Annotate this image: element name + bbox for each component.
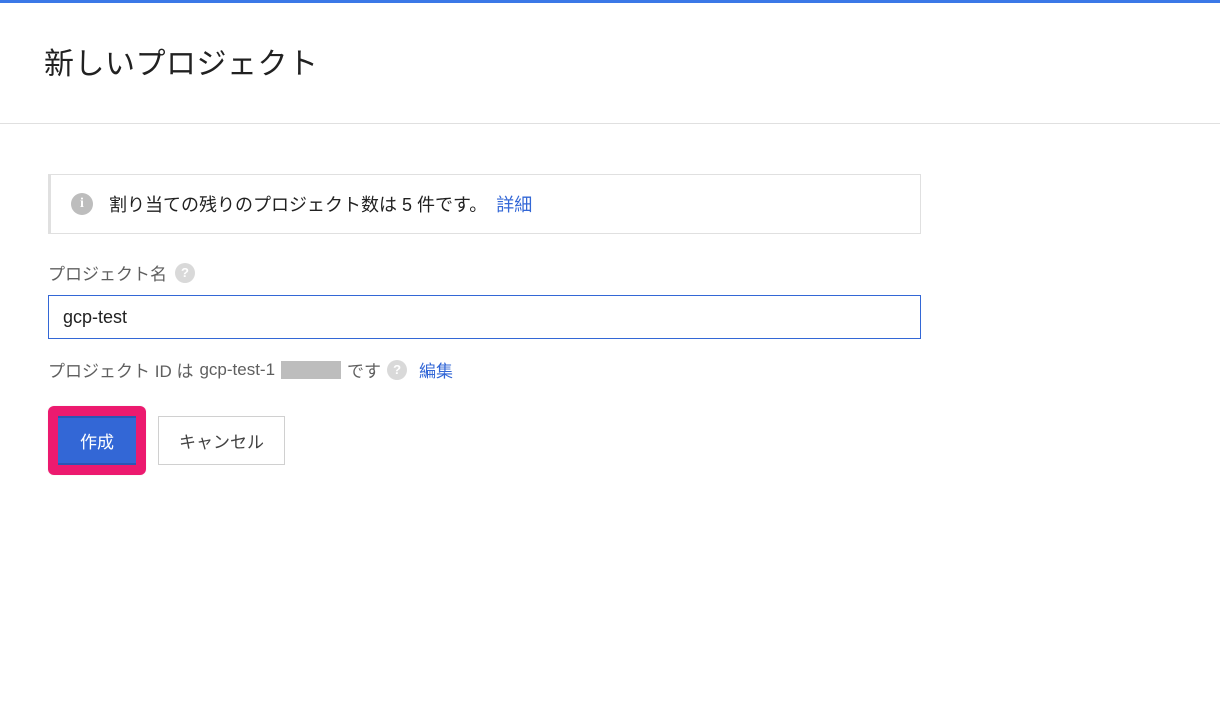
project-id-prefix: プロジェクト ID は bbox=[48, 357, 193, 382]
create-button[interactable]: 作成 bbox=[58, 416, 136, 465]
quota-notice: i 割り当ての残りのプロジェクト数は 5 件です。 詳細 bbox=[48, 174, 921, 234]
help-icon[interactable]: ? bbox=[387, 360, 407, 380]
cancel-button[interactable]: キャンセル bbox=[158, 416, 285, 465]
page-title: 新しいプロジェクト bbox=[44, 39, 1176, 83]
project-name-field-group: プロジェクト名 ? bbox=[48, 260, 1172, 339]
content-area: i 割り当ての残りのプロジェクト数は 5 件です。 詳細 プロジェクト名 ? プ… bbox=[0, 124, 1220, 475]
project-name-label-row: プロジェクト名 ? bbox=[48, 260, 1172, 285]
project-name-label: プロジェクト名 bbox=[48, 260, 167, 285]
project-id-row: プロジェクト ID は gcp-test-1 です ? 編集 bbox=[48, 357, 1172, 382]
project-id-value: gcp-test-1 bbox=[199, 360, 275, 380]
quota-text: 割り当ての残りのプロジェクト数は 5 件です。 詳細 bbox=[109, 191, 532, 217]
quota-message: 割り当ての残りのプロジェクト数は 5 件です。 bbox=[109, 195, 487, 215]
project-id-suffix: です bbox=[347, 357, 381, 382]
edit-link[interactable]: 編集 bbox=[419, 357, 453, 382]
info-icon: i bbox=[71, 193, 93, 215]
create-button-highlight: 作成 bbox=[48, 406, 146, 475]
page-header: 新しいプロジェクト bbox=[0, 3, 1220, 123]
project-name-input[interactable] bbox=[48, 295, 921, 339]
quota-detail-link[interactable]: 詳細 bbox=[496, 195, 532, 215]
buttons-row: 作成 キャンセル bbox=[48, 406, 1172, 475]
help-icon[interactable]: ? bbox=[175, 263, 195, 283]
redacted-segment bbox=[281, 361, 341, 379]
